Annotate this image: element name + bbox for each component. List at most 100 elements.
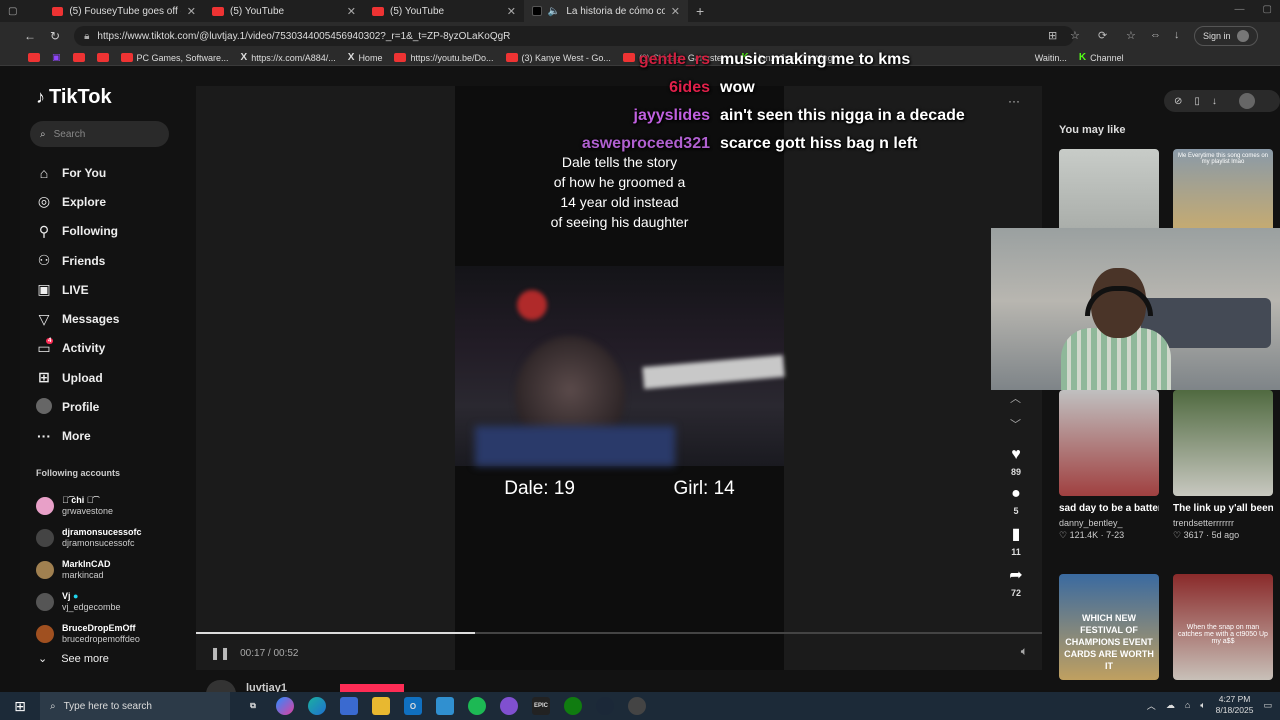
- chevron-up-icon[interactable]: ︿: [1010, 390, 1021, 406]
- bookmark-home[interactable]: X Home: [348, 52, 383, 63]
- menu-item-following[interactable]: ⚲ Following: [36, 217, 119, 246]
- menu-item-activity[interactable]: ▭ 4 Activity: [36, 334, 119, 363]
- collections-icon[interactable]: ☆: [1126, 29, 1136, 42]
- following-account[interactable]: djramonsucessofc djramonsucessofc: [36, 522, 142, 554]
- obs-icon[interactable]: [628, 697, 646, 715]
- account-handle: brucedropemoffdeo: [62, 634, 140, 644]
- bookmark-label: https://youtu.be/Do...: [410, 52, 494, 63]
- video-time: 00:17 / 00:52: [240, 647, 299, 659]
- windows-start-icon[interactable]: ⊞: [0, 698, 40, 715]
- volume-icon[interactable]: 🔈︎: [1200, 700, 1205, 711]
- photos-icon[interactable]: [436, 697, 454, 715]
- following-account[interactable]: BruceDropEmOff brucedropemoffdeo: [36, 618, 142, 650]
- taskbar-search-placeholder: Type here to search: [63, 700, 152, 712]
- close-icon[interactable]: ✕: [507, 5, 516, 18]
- epic-games-icon[interactable]: EPIC: [532, 697, 550, 715]
- bookmark-youtube[interactable]: [96, 53, 109, 62]
- tab-3[interactable]: 🔈 La historia de cómo conoció a ✕: [524, 0, 688, 22]
- store-icon[interactable]: [340, 697, 358, 715]
- tab-0[interactable]: (5) FouseyTube goes off on keen ✕: [44, 0, 204, 22]
- menu-item-for-you[interactable]: ⌂ For You: [36, 158, 119, 187]
- menu-item-upload[interactable]: ⊞ Upload: [36, 363, 119, 392]
- bookmark-youtu-be[interactable]: https://youtu.be/Do...: [394, 52, 494, 63]
- reader-icon[interactable]: ⊞: [1048, 29, 1057, 42]
- minimize-icon[interactable]: —: [1235, 4, 1245, 15]
- chevron-down-icon[interactable]: ﹀: [1010, 416, 1021, 432]
- share-button[interactable]: ➦ 72: [1004, 565, 1028, 598]
- menu-item-friends[interactable]: ⚇ Friends: [36, 246, 119, 275]
- xbox-icon[interactable]: [564, 697, 582, 715]
- discord-icon[interactable]: [500, 697, 518, 715]
- menu-item-live[interactable]: ▣ LIVE: [36, 275, 119, 304]
- close-icon[interactable]: ✕: [671, 5, 680, 18]
- like-button[interactable]: ♥ 89: [1004, 446, 1028, 477]
- task-view-icon[interactable]: ⧉: [244, 697, 262, 715]
- download-icon[interactable]: ↓: [1212, 96, 1217, 107]
- download-icon[interactable]: ↓: [1174, 29, 1180, 41]
- profile-avatar[interactable]: [1238, 93, 1255, 109]
- menu-item-explore[interactable]: ◎ Explore: [36, 187, 119, 216]
- menu-item-profile[interactable]: Profile: [36, 392, 119, 421]
- taskbar-search[interactable]: ⌕ Type here to search: [40, 692, 230, 720]
- following-account[interactable]: MarkInCAD markincad: [36, 554, 142, 586]
- bookmark-x[interactable]: Xhttps://x.com/A884/...: [241, 52, 336, 63]
- notifications-icon[interactable]: ▭: [1263, 700, 1272, 711]
- video-frame[interactable]: Dale tells the story of how he groomed a…: [455, 86, 785, 670]
- bookmark-youtube[interactable]: [72, 53, 85, 62]
- menu-label: Profile: [62, 400, 100, 415]
- menu-item-more[interactable]: ··· More: [36, 422, 119, 451]
- recommend-card[interactable]: WHICH NEW FESTIVAL OF CHAMPIONS EVENT CA…: [1059, 574, 1159, 680]
- coin-icon[interactable]: ⊘: [1174, 96, 1182, 107]
- progress-bar[interactable]: [196, 632, 1042, 634]
- following-account[interactable]: ৣ͡ chi ৣ͡ grwavestone: [36, 490, 142, 522]
- extensions-icon[interactable]: ⟳: [1098, 29, 1107, 42]
- back-icon[interactable]: ←: [24, 29, 36, 43]
- steam-icon[interactable]: [596, 697, 614, 715]
- bookmark-pc-games[interactable]: PC Games, Software...: [120, 53, 229, 63]
- recommend-card[interactable]: The link up y'all been waiting for... tr…: [1173, 390, 1273, 541]
- outlook-icon[interactable]: O: [404, 697, 422, 715]
- following-account[interactable]: Vj ● vj_edgecombe: [36, 586, 142, 618]
- verified-icon: ●: [73, 591, 79, 601]
- close-icon[interactable]: ✕: [347, 5, 356, 18]
- tab-2[interactable]: (5) YouTube ✕: [364, 0, 524, 22]
- follow-button[interactable]: [340, 684, 404, 692]
- activity-badge: 4: [46, 337, 54, 344]
- maximize-icon[interactable]: ▢: [1263, 4, 1272, 15]
- menu-item-messages[interactable]: ▽ Messages: [36, 304, 120, 333]
- search-input[interactable]: ⌕ Search: [30, 121, 169, 147]
- url-field[interactable]: 🔒︎ https://www.tiktok.com/@luvtjay.1/vid…: [74, 26, 1075, 46]
- see-more-button[interactable]: ⌄ See more: [38, 652, 109, 666]
- recommend-card[interactable]: sad day to be a battery #fyp #xyzb... da…: [1059, 390, 1159, 541]
- bookmark-youtube[interactable]: [28, 53, 40, 62]
- file-explorer-icon[interactable]: [372, 697, 390, 715]
- spotify-icon[interactable]: [468, 697, 486, 715]
- sign-in-button[interactable]: Sign in: [1194, 26, 1258, 46]
- favorite-icon[interactable]: ☆: [1070, 29, 1080, 42]
- tab-1[interactable]: (5) YouTube ✕: [204, 0, 364, 22]
- tab-actions-button[interactable]: ▢: [0, 0, 44, 22]
- tiktok-logo[interactable]: ♪ TikTok: [36, 86, 112, 109]
- chat-username: asweproceed321: [581, 135, 710, 152]
- close-icon[interactable]: ✕: [187, 5, 196, 18]
- save-button[interactable]: ▮ 11: [1004, 524, 1028, 557]
- edge-icon[interactable]: [308, 697, 326, 715]
- windows-taskbar: ⊞ ⌕ Type here to search ⧉ O EPIC ︿ ☁ ⌂ 🔈…: [0, 692, 1280, 720]
- network-icon[interactable]: ⌂: [1185, 700, 1190, 710]
- bookmark-twitch[interactable]: ▣: [52, 52, 61, 63]
- search-icon: ⌕: [40, 128, 46, 140]
- comment-button[interactable]: ● 5: [1004, 485, 1028, 516]
- video-player[interactable]: Dale tells the story of how he groomed a…: [196, 86, 1042, 670]
- volume-icon[interactable]: 🔈︎: [1021, 644, 1028, 659]
- new-tab-button[interactable]: +: [688, 0, 712, 22]
- account-handle: grwavestone: [62, 506, 114, 516]
- device-icon[interactable]: ▯: [1194, 96, 1200, 107]
- clock[interactable]: 4:27 PM 8/18/2025: [1216, 694, 1254, 716]
- recommend-card[interactable]: When the snap on man catches me with a c…: [1173, 574, 1273, 680]
- favorites-bar-icon[interactable]: ⇔: [1150, 29, 1161, 41]
- refresh-icon[interactable]: ↻: [50, 29, 60, 43]
- copilot-icon[interactable]: [276, 697, 294, 715]
- tray-chevron-icon[interactable]: ︿: [1147, 699, 1156, 712]
- onedrive-icon[interactable]: ☁: [1166, 700, 1175, 711]
- pause-icon[interactable]: ❚❚: [210, 646, 230, 660]
